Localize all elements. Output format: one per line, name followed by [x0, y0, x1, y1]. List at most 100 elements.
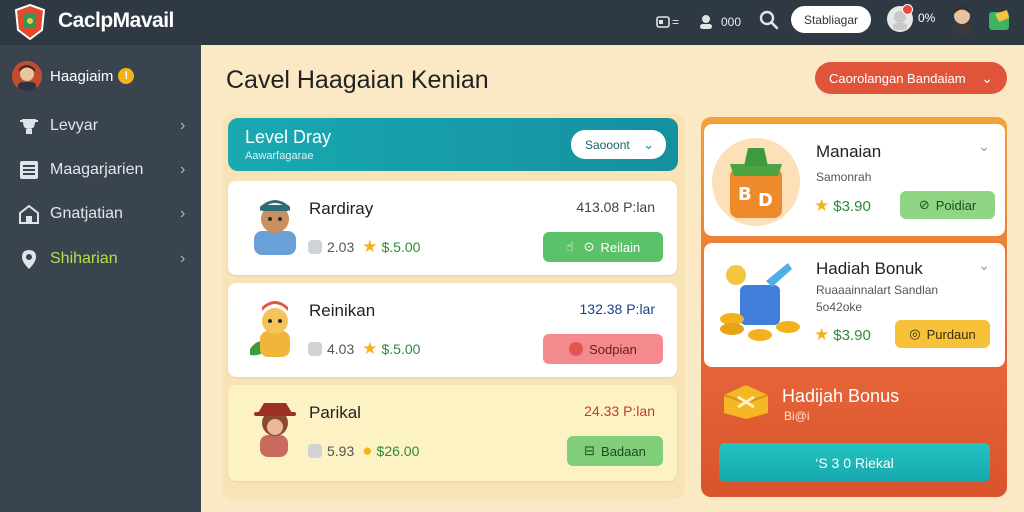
list-item[interactable]: Parikal 5.93 ● $26.00 24.33 P:lan ⊟ Bada…	[228, 385, 677, 481]
offer-subtitle-secondary: 5o42oke	[816, 300, 863, 314]
item-level: 4.03	[327, 341, 355, 357]
chevron-right-icon: ›	[180, 117, 186, 134]
item-level: 2.03	[327, 239, 355, 255]
item-action-button[interactable]: ☝ ⊙ Reilain	[543, 232, 663, 262]
list-item[interactable]: Reinikan 4.03 ★ $.5.00 132.38 P:lar Sodp…	[228, 283, 677, 377]
offer-card[interactable]: Hadiah Bonuk Ruaaainnalart Sandlan 5o42o…	[704, 243, 1005, 367]
app-logo-icon	[14, 4, 46, 40]
check-icon: ⊘	[918, 197, 930, 212]
item-name: Parikal	[309, 403, 361, 422]
coin-icon: !	[118, 68, 135, 84]
search-icon[interactable]	[759, 10, 779, 30]
action-label: Reilain	[600, 239, 641, 255]
flag-icon[interactable]	[987, 8, 1013, 32]
profile-avatar[interactable]	[948, 5, 976, 35]
bonus-claim-button[interactable]: ‘S 3 0 Riekal	[719, 443, 990, 482]
character-avatar	[254, 403, 296, 457]
star-icon: ★	[814, 196, 830, 215]
treasure-icon	[723, 385, 769, 419]
level-chip-icon	[308, 342, 322, 356]
app-title: CaclpMavail	[58, 9, 174, 32]
level-chip-icon	[308, 444, 322, 458]
item-amount: 413.08 P:lan	[576, 199, 655, 215]
chevron-right-icon: ›	[180, 250, 186, 267]
offer-action-button[interactable]: ⊘ Poidiar	[900, 191, 995, 219]
item-meta: 2.03 ★ $.5.00	[308, 237, 420, 257]
chevron-right-icon: ›	[180, 161, 186, 178]
trophy-icon	[20, 119, 38, 134]
sidebar-item-gnatjatian[interactable]: Gnatjatian ›	[0, 194, 201, 234]
action-label: Purdaun	[926, 326, 976, 342]
sidebar-item-levyar[interactable]: Levyar ›	[0, 106, 201, 146]
offer-title: Hadiah Bonuk	[816, 259, 923, 278]
record-icon	[569, 342, 584, 356]
item-name: Rardiray	[309, 199, 374, 218]
item-name: Reinikan	[309, 301, 376, 320]
sidebar: Haagiaim ! Levyar › Maagarjarien › Gnatj…	[0, 45, 201, 512]
level-panel-title: Level Dray	[245, 127, 332, 147]
sort-select[interactable]: Saooont ⌄	[571, 130, 666, 159]
item-action-button[interactable]: Sodpian	[543, 334, 663, 364]
counter-text: 0%	[918, 11, 936, 25]
svg-text:D: D	[758, 190, 773, 211]
top-bar: CaclpMavail = 000 Stabliagar 0%	[0, 0, 1024, 45]
sidebar-item-shiharian[interactable]: Shiharian ›	[0, 239, 201, 279]
chevron-right-icon: ›	[180, 205, 186, 222]
window-icon	[654, 13, 672, 31]
action-label: Poidiar	[935, 197, 977, 213]
character-avatar	[254, 200, 296, 255]
bonus-title: Hadijah Bonus	[782, 386, 900, 406]
gift-box-icon: B D	[712, 138, 800, 226]
chevron-down-icon[interactable]: ⌄	[978, 257, 990, 274]
list-item[interactable]: Rardiray 2.03 ★ $.5.00 413.08 P:lan ☝ ⊙ …	[228, 181, 677, 275]
star-icon: ★	[362, 339, 378, 358]
price-value: $3.90	[833, 197, 871, 215]
page-title: Cavel Haagaian Kenian	[226, 66, 489, 94]
item-price: $.5.00	[381, 239, 421, 255]
offer-title: Manaian	[816, 142, 882, 161]
sort-select-label: Saooont	[585, 137, 630, 152]
sidebar-item-label: Levyar	[50, 117, 99, 134]
action-label: Badaan	[601, 443, 646, 459]
item-price: $26.00	[376, 443, 420, 459]
chevron-down-icon: ⌄	[981, 70, 993, 86]
star-icon: ★	[814, 325, 830, 344]
location-pin-icon	[22, 250, 36, 269]
offer-action-button[interactable]: ◎ Purdaun	[895, 320, 990, 348]
chevron-down-icon[interactable]: ⌄	[978, 138, 990, 155]
coin-stack-icon	[720, 263, 800, 341]
sidebar-user[interactable]: Haagiaim !	[12, 61, 135, 91]
person-icon	[697, 13, 715, 31]
sidebar-item-label: Shiharian	[50, 250, 118, 267]
sidebar-item-label: Gnatjatian	[50, 205, 123, 222]
dropdown-label: Caorolangan Bandaiam	[829, 70, 966, 86]
offer-card[interactable]: B D Manaian Samonrah ⌄ ★ $3.90 ⊘ Poidiar	[704, 124, 1005, 236]
svg-text:B: B	[738, 184, 752, 205]
sidebar-item-label: Maagarjarien	[50, 161, 144, 178]
action-label: Sodpian	[589, 341, 637, 357]
list-icon	[20, 161, 38, 179]
offer-subtitle: Samonrah	[816, 170, 872, 184]
coin-icon: ◎	[909, 326, 921, 341]
hand-icon: ☝	[565, 239, 574, 254]
notification-badge	[902, 4, 913, 15]
price-value: $3.90	[833, 326, 871, 344]
user-stat-button[interactable]: 000	[697, 10, 741, 34]
item-amount: 24.33 P:lan	[584, 403, 655, 419]
item-level: 5.93	[327, 443, 355, 459]
grid-view-button[interactable]: =	[654, 10, 679, 34]
item-action-button[interactable]: ⊟ Badaan	[567, 436, 663, 466]
stat-a: =	[672, 15, 680, 29]
category-dropdown[interactable]: Caorolangan Bandaiam ⌄	[815, 62, 1007, 94]
check-icon: ⊙	[583, 239, 595, 254]
sidebar-item-maagarjarien[interactable]: Maagarjarien ›	[0, 150, 201, 190]
stat-b: 000	[721, 15, 742, 29]
offer-price: ★ $3.90	[814, 196, 871, 216]
item-amount: 132.38 P:lar	[579, 301, 656, 317]
header-action-button[interactable]: Stabliagar	[791, 6, 871, 33]
offer-price: ★ $3.90	[814, 325, 871, 345]
offer-subtitle: Ruaaainnalart Sandlan	[816, 283, 939, 297]
chevron-down-icon: ⌄	[643, 137, 654, 152]
coin-icon: ●	[362, 441, 373, 460]
avatar	[12, 61, 42, 91]
